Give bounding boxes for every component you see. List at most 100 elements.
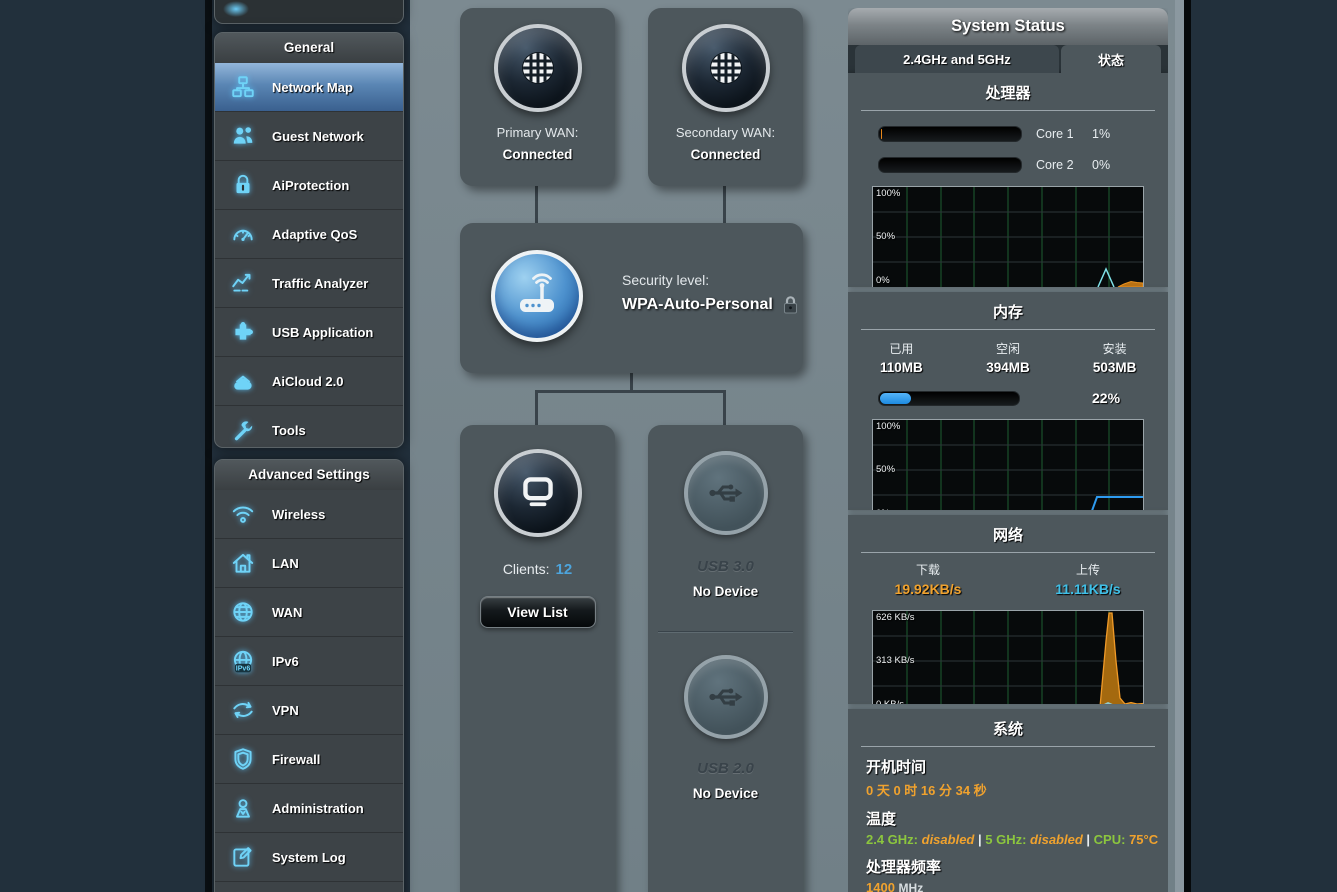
- adaptive-qos-icon: [228, 219, 258, 249]
- internet-globe-icon[interactable]: [493, 24, 582, 112]
- sidebar-item-label: Tools: [272, 422, 306, 438]
- network-section-title: 网络: [992, 527, 1023, 544]
- memory-usage-fill: [880, 392, 911, 404]
- sidebar-item-label: IPv6: [272, 653, 299, 669]
- usb3-icon[interactable]: [683, 451, 768, 535]
- cpu-section-title: 处理器: [985, 85, 1031, 102]
- system-status-panel: System Status 2.4GHz and 5GHz 状态 处理器 Cor…: [848, 8, 1168, 892]
- network-graph-label-313: 313 KB/s: [876, 655, 915, 666]
- content-edge-border: [1184, 0, 1191, 892]
- temperature-row: 温度 2.4 GHz: disabled | 5 GHz: disabled |…: [866, 808, 1168, 847]
- sidebar-item-wireless[interactable]: Wireless: [215, 490, 403, 539]
- usb2-icon[interactable]: [683, 655, 768, 739]
- memory-installed-value: 503MB: [1092, 360, 1137, 375]
- sidebar-top-partial-box: [214, 0, 404, 24]
- ipv6-icon: IPv6: [228, 646, 258, 676]
- primary-wan-label: Primary WAN:: [496, 125, 579, 140]
- tab-status[interactable]: 状态: [1061, 45, 1161, 73]
- glow-dot: [223, 1, 249, 17]
- divider: [861, 329, 1155, 330]
- memory-usage-bar: [878, 390, 1020, 406]
- system-log-icon: [228, 842, 258, 872]
- usb-application-icon: [228, 317, 258, 347]
- sidebar-item-adaptive-qos[interactable]: Adaptive QoS: [215, 210, 403, 259]
- cpu-frequency-label: 处理器频率: [866, 859, 942, 876]
- network-graph-label-626: 626 KB/s: [876, 612, 915, 623]
- sidebar-item-label: USB Application: [272, 324, 374, 340]
- download-value: 19.92KB/s: [894, 581, 962, 597]
- router-dashboard: General Network Map Guest Network AiProt…: [0, 0, 1337, 892]
- secondary-wan-card: Secondary WAN: Connected: [648, 8, 803, 186]
- sidebar-item-label: Traffic Analyzer: [272, 275, 369, 291]
- memory-graph-label-0: 0%: [876, 508, 890, 510]
- clients-monitor-icon[interactable]: [493, 449, 582, 537]
- network-stats: 下载 19.92KB/s 上传 11.11KB/s: [848, 561, 1168, 597]
- cpu-section: 处理器 Core 1 1% Core 2 0% 100% 50% 0%: [848, 73, 1168, 287]
- sidebar-item-traffic-analyzer[interactable]: Traffic Analyzer: [215, 259, 403, 308]
- sidebar-item-vpn[interactable]: VPN: [215, 686, 403, 735]
- usb2-label: USB 2.0: [697, 760, 754, 777]
- usb-card: USB 3.0 No Device USB 2.0 No Device: [648, 425, 803, 892]
- uptime-row: 开机时间 0 天 0 时 16 分 34 秒: [866, 756, 1168, 799]
- network-section: 网络 下载 19.92KB/s 上传 11.11KB/s 626 KB/s 313 …: [848, 515, 1168, 704]
- memory-graph-label-100: 100%: [876, 421, 901, 432]
- core2-label: Core 2: [1036, 158, 1074, 172]
- memory-graph-label-50: 50%: [876, 464, 896, 475]
- internet-globe-icon[interactable]: [681, 24, 770, 112]
- sidebar-item-label: WAN: [272, 604, 303, 620]
- divider: [861, 110, 1155, 111]
- cpu-graph-label-50: 50%: [876, 231, 896, 242]
- clients-card: Clients: 12 View List: [460, 425, 615, 892]
- firewall-icon: [228, 744, 258, 774]
- vpn-icon: [228, 695, 258, 725]
- sidebar-item-label: VPN: [272, 702, 299, 718]
- traffic-analyzer-icon: [228, 268, 258, 298]
- lock-icon[interactable]: [782, 295, 799, 314]
- cpu-usage-graph: 100% 50% 0%: [872, 186, 1144, 287]
- primary-wan-card: Primary WAN: Connected: [460, 8, 615, 186]
- cpu-graph-label-0: 0%: [876, 275, 890, 286]
- usb2-status: No Device: [692, 786, 759, 801]
- administration-icon: [228, 793, 258, 823]
- sidebar-item-aiprotection[interactable]: AiProtection: [215, 161, 403, 210]
- secondary-wan-label: Secondary WAN:: [675, 125, 776, 140]
- sidebar-item-ipv6[interactable]: IPv6 IPv6: [215, 637, 403, 686]
- tab-bands[interactable]: 2.4GHz and 5GHz: [855, 45, 1059, 73]
- sidebar-item-guest-network[interactable]: Guest Network: [215, 112, 403, 161]
- usb-divider: [658, 631, 793, 633]
- sidebar-item-usb-application[interactable]: USB Application: [215, 308, 403, 357]
- memory-bar-row: 22%: [878, 390, 1168, 406]
- memory-used-value: 110MB: [879, 360, 923, 375]
- clients-count: 12: [555, 561, 573, 578]
- sidebar-item-administration[interactable]: Administration: [215, 784, 403, 833]
- sidebar-item-wan[interactable]: WAN: [215, 588, 403, 637]
- router-icon[interactable]: [491, 250, 583, 342]
- system-status-title: System Status: [848, 8, 1168, 45]
- clients-label: Clients:: [502, 561, 550, 577]
- memory-usage-graph: 100% 50% 0%: [872, 419, 1144, 510]
- view-list-button[interactable]: View List: [479, 596, 596, 628]
- sidebar-item-tools[interactable]: Tools: [215, 406, 403, 447]
- core1-value: 1%: [1092, 127, 1111, 141]
- sidebar-item-firewall[interactable]: Firewall: [215, 735, 403, 784]
- status-tabs: 2.4GHz and 5GHz 状态: [848, 45, 1168, 73]
- sidebar-item-label: Wireless: [272, 506, 326, 522]
- sidebar-item-lan[interactable]: LAN: [215, 539, 403, 588]
- sidebar-item-label: AiCloud 2.0: [272, 373, 344, 389]
- wireless-icon: [228, 499, 258, 529]
- connector-line: [535, 186, 538, 226]
- sidebar-edge-border: [205, 0, 212, 892]
- core1-usage-fill: [881, 129, 883, 139]
- sidebar-item-label: Firewall: [272, 751, 321, 767]
- upload-label: 上传: [1075, 563, 1100, 577]
- divider: [861, 552, 1155, 553]
- cpu-frequency-unit: MHz: [898, 881, 924, 892]
- sidebar-item-aicloud[interactable]: AiCloud 2.0: [215, 357, 403, 406]
- sidebar-item-system-log[interactable]: System Log: [215, 833, 403, 882]
- temperature-label: 温度: [866, 811, 897, 828]
- usb3-status: No Device: [692, 584, 759, 599]
- memory-section: 内存 已用 110MB 空闲 394MB 安装 503MB 22% 100% 50% …: [848, 292, 1168, 510]
- sidebar-item-partial[interactable]: [215, 882, 403, 892]
- sidebar-item-network-map[interactable]: Network Map: [215, 63, 403, 112]
- sidebar-general-section: General Network Map Guest Network AiProt…: [214, 32, 404, 448]
